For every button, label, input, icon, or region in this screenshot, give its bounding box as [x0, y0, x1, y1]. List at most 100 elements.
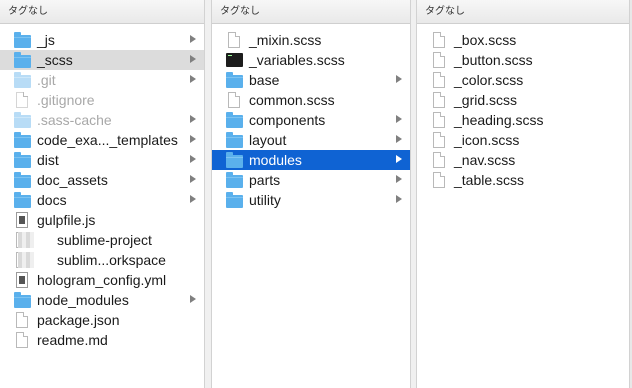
folder-icon: [226, 171, 243, 189]
item-label: utility: [249, 192, 281, 208]
column-3: タグなし _box.scss _button.scss _color.scss _gr…: [417, 0, 629, 388]
item-label: _scss: [37, 52, 73, 68]
item-label: .sass-cache: [37, 112, 112, 128]
terminal-icon: [226, 52, 243, 69]
list-item[interactable]: .git: [0, 70, 204, 90]
list-item[interactable]: node_modules: [0, 290, 204, 310]
item-label: layout: [249, 132, 287, 148]
column-header: タグなし: [417, 0, 629, 24]
folder-icon: [14, 71, 31, 89]
list-item[interactable]: _js: [0, 30, 204, 50]
list-item[interactable]: package.json: [0, 310, 204, 330]
list-item[interactable]: docs: [0, 190, 204, 210]
chevron-right-icon: [190, 75, 196, 83]
item-label: .git: [37, 72, 56, 88]
folder-icon: [226, 111, 243, 129]
item-label: _js: [37, 32, 55, 48]
finder-column-view: タグなし _js _scss .git .gitignore .sass-cache co…: [0, 0, 632, 388]
document-icon: [14, 91, 31, 109]
folder-icon: [14, 51, 31, 69]
item-label: _grid.scss: [454, 92, 518, 108]
item-label: components: [249, 112, 326, 128]
item-label: base: [249, 72, 280, 88]
item-label: _mixin.scss: [249, 32, 322, 48]
file-list: _js _scss .git .gitignore .sass-cache code_ex…: [0, 24, 204, 350]
list-item[interactable]: sublime-project: [0, 230, 204, 250]
list-item[interactable]: _table.scss: [417, 170, 629, 190]
column-2: タグなし _mixin.scss _variables.scssbase commo…: [212, 0, 410, 388]
list-item[interactable]: _nav.scss: [417, 150, 629, 170]
document-icon: [431, 51, 448, 69]
item-label: code_exa..._templates: [37, 132, 178, 148]
list-item[interactable]: _mixin.scss: [212, 30, 410, 50]
folder-icon: [14, 111, 31, 129]
chevron-right-icon: [396, 195, 402, 203]
list-item[interactable]: base: [212, 70, 410, 90]
folder-icon: [14, 131, 31, 149]
list-item[interactable]: _button.scss: [417, 50, 629, 70]
item-label: sublim...orkspace: [57, 252, 166, 268]
column-1: タグなし _js _scss .git .gitignore .sass-cache co…: [0, 0, 204, 388]
list-item[interactable]: sublim...orkspace: [0, 250, 204, 270]
column-resize-handle[interactable]: [410, 0, 417, 388]
blurred-icon: [18, 232, 34, 248]
document-icon: [226, 91, 243, 109]
document-icon: [431, 171, 448, 189]
chevron-right-icon: [190, 155, 196, 163]
document-icon: [431, 91, 448, 109]
item-label: docs: [37, 192, 67, 208]
config-file-icon: [14, 271, 31, 289]
folder-icon: [226, 71, 243, 89]
item-label: _button.scss: [454, 52, 533, 68]
list-item[interactable]: doc_assets: [0, 170, 204, 190]
list-item[interactable]: modules: [212, 150, 410, 170]
document-icon: [14, 331, 31, 349]
list-item[interactable]: _box.scss: [417, 30, 629, 50]
chevron-right-icon: [396, 115, 402, 123]
chevron-right-icon: [396, 135, 402, 143]
list-item[interactable]: _color.scss: [417, 70, 629, 90]
folder-icon: [14, 291, 31, 309]
list-item[interactable]: layout: [212, 130, 410, 150]
list-item[interactable]: dist: [0, 150, 204, 170]
item-label: common.scss: [249, 92, 335, 108]
list-item[interactable]: _heading.scss: [417, 110, 629, 130]
folder-icon: [14, 31, 31, 49]
list-item[interactable]: gulpfile.js: [0, 210, 204, 230]
item-label: modules: [249, 152, 302, 168]
list-item[interactable]: _variables.scss: [212, 50, 410, 70]
item-label: hologram_config.yml: [37, 272, 167, 288]
document-icon: [226, 31, 243, 49]
list-item[interactable]: _icon.scss: [417, 130, 629, 150]
list-item[interactable]: hologram_config.yml: [0, 270, 204, 290]
document-icon: [431, 31, 448, 49]
item-label: _color.scss: [454, 72, 524, 88]
list-item[interactable]: common.scss: [212, 90, 410, 110]
chevron-right-icon: [396, 75, 402, 83]
chevron-right-icon: [396, 155, 402, 163]
item-label: dist: [37, 152, 59, 168]
item-label: .gitignore: [37, 92, 95, 108]
item-label: _heading.scss: [454, 112, 544, 128]
list-item[interactable]: utility: [212, 190, 410, 210]
item-label: node_modules: [37, 292, 129, 308]
item-label: _variables.scss: [249, 52, 345, 68]
list-item[interactable]: .gitignore: [0, 90, 204, 110]
column-header: タグなし: [212, 0, 410, 24]
list-item[interactable]: _grid.scss: [417, 90, 629, 110]
folder-icon: [14, 151, 31, 169]
chevron-right-icon: [190, 35, 196, 43]
list-item[interactable]: _scss: [0, 50, 204, 70]
list-item[interactable]: code_exa..._templates: [0, 130, 204, 150]
folder-icon: [226, 131, 243, 149]
column-resize-handle[interactable]: [204, 0, 212, 388]
chevron-right-icon: [190, 295, 196, 303]
folder-icon: [226, 191, 243, 209]
item-label: package.json: [37, 312, 120, 328]
chevron-right-icon: [190, 55, 196, 63]
folder-icon: [14, 171, 31, 189]
list-item[interactable]: components: [212, 110, 410, 130]
list-item[interactable]: readme.md: [0, 330, 204, 350]
list-item[interactable]: .sass-cache: [0, 110, 204, 130]
list-item[interactable]: parts: [212, 170, 410, 190]
